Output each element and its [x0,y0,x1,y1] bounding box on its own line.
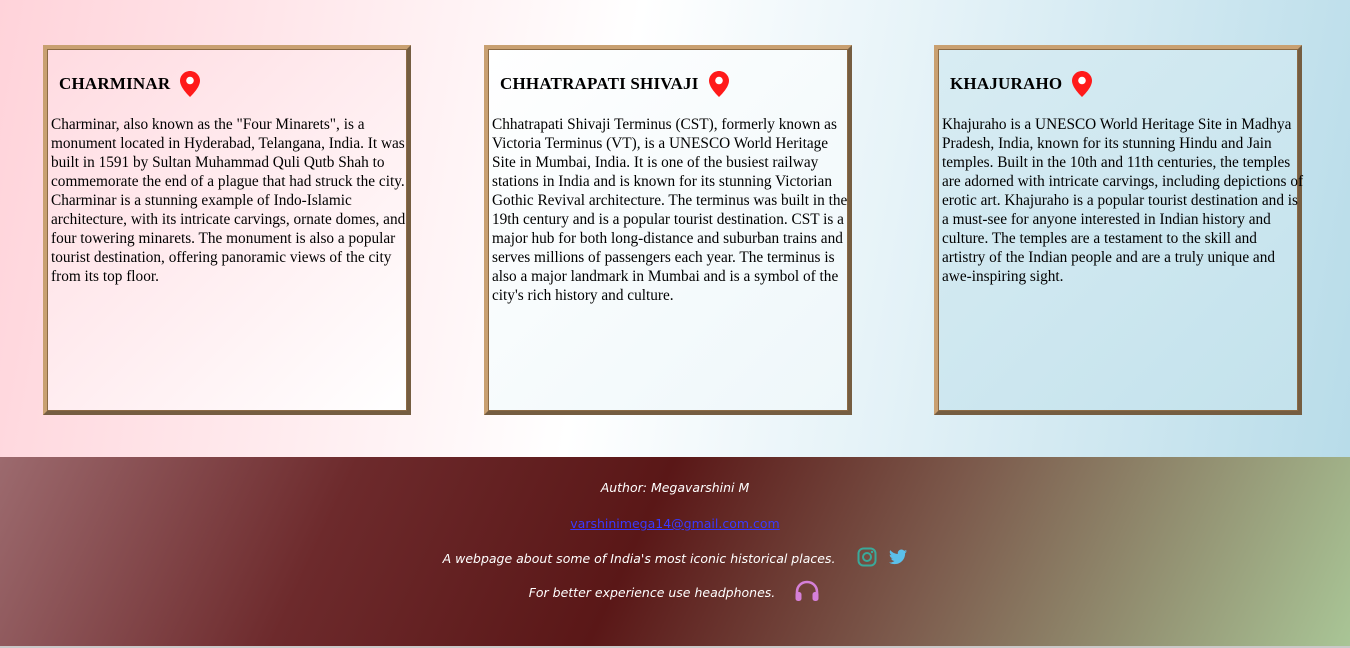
card-header: CHARMINAR [59,71,201,97]
location-pin-icon[interactable] [1072,71,1093,97]
headphones-icon[interactable] [793,579,821,606]
description-text: A webpage about some of India's most ico… [442,551,836,566]
card-title: CHARMINAR [59,74,171,93]
card-title: CHHATRAPATI SHIVAJI [500,74,699,93]
instagram-icon[interactable] [857,547,877,570]
card-title: KHAJURAHO [950,74,1063,93]
tip-row: For better experience use headphones. [0,579,1350,606]
card-charminar: CHARMINAR Charminar, also known as the "… [43,45,411,415]
location-pin-icon[interactable] [180,71,201,97]
main-section: CHARMINAR Charminar, also known as the "… [0,0,1350,457]
twitter-icon[interactable] [889,549,908,568]
social-icons [857,547,908,570]
card-description: Charminar, also known as the "Four Minar… [51,116,406,285]
location-pin-icon[interactable] [708,71,729,97]
card-khajuraho: KHAJURAHO Khajuraho is a UNESCO World He… [934,45,1304,415]
card-description: Khajuraho is a UNESCO World Heritage Sit… [942,116,1304,285]
email-link[interactable]: varshinimega14@gmail.com.com [0,516,1350,531]
author-text: Author: Megavarshini M [600,480,750,495]
card-header: CHHATRAPATI SHIVAJI [500,71,729,97]
card-chhatrapati-shivaji: CHHATRAPATI SHIVAJI Chhatrapati Shivaji … [484,45,852,415]
description-row: A webpage about some of India's most ico… [0,547,1350,570]
card-header: KHAJURAHO [950,71,1093,97]
card-description: Chhatrapati Shivaji Terminus (CST), form… [492,116,848,304]
footer: Author: Megavarshini M varshinimega14@gm… [0,457,1350,646]
headphones-tip-text: For better experience use headphones. [528,585,776,600]
